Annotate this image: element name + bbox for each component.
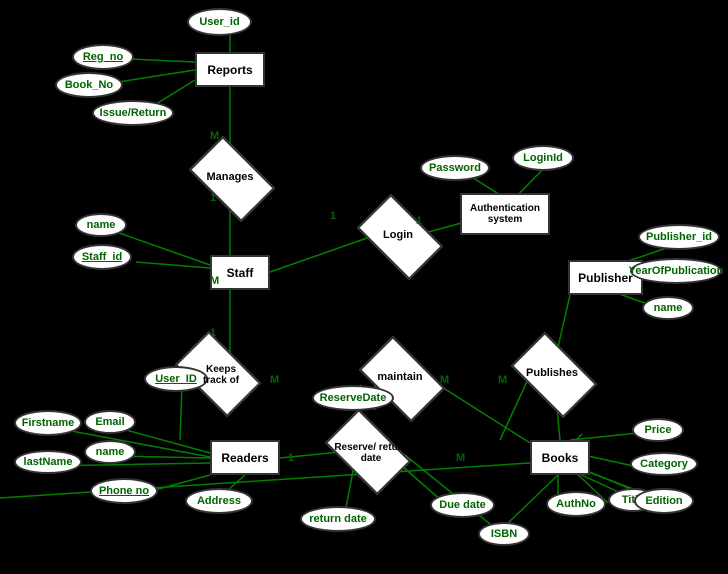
ellipse-due-date: Due date — [430, 492, 495, 518]
entity-readers: Readers — [210, 440, 280, 475]
diamond-login: Login — [358, 210, 438, 260]
ellipse-book-no: Book_No — [55, 72, 123, 98]
ellipse-issue-return: Issue/Return — [92, 100, 174, 126]
entity-books: Books — [530, 440, 590, 475]
label-1-4: 1 — [210, 327, 216, 339]
ellipse-isbn: ISBN — [478, 522, 530, 546]
label-1-2: 1 — [330, 210, 336, 222]
er-diagram: Reports Staff Readers Books Publisher Au… — [0, 0, 728, 574]
diamond-manages: Manages — [190, 152, 270, 202]
entity-auth-system: Authentication system — [460, 193, 550, 235]
entity-reports: Reports — [195, 52, 265, 87]
diamond-reserve-return: Reserve/ return date — [326, 425, 416, 480]
label-m3: M — [270, 374, 279, 386]
ellipse-reserve-date: ReserveDate — [312, 385, 394, 411]
ellipse-price: Price — [632, 418, 684, 442]
label-1-3: 1 — [416, 215, 422, 227]
ellipse-address: Address — [185, 488, 253, 514]
ellipse-reg-no: Reg_no — [72, 44, 134, 70]
label-m1: M — [210, 130, 219, 142]
label-m6: M — [456, 452, 465, 464]
ellipse-name-pub: name — [642, 296, 694, 320]
label-m2: M — [210, 275, 219, 287]
ellipse-authno: AuthNo — [546, 491, 606, 517]
label-m5: M — [498, 374, 507, 386]
ellipse-return-date: return date — [300, 506, 376, 532]
ellipse-year-pub: YearOfPublication — [630, 258, 722, 284]
ellipse-staff-id: Staff_id — [72, 244, 132, 270]
label-1-5: 1 — [288, 452, 294, 464]
ellipse-loginid: LoginId — [512, 145, 574, 171]
ellipse-name-reader: name — [84, 440, 136, 464]
ellipse-publisher-id: Publisher_id — [638, 224, 720, 250]
ellipse-name-staff: name — [75, 213, 127, 237]
ellipse-email: Email — [84, 410, 136, 434]
label-m4: M — [440, 374, 449, 386]
ellipse-user-id2: User_ID — [144, 366, 208, 392]
diamond-publishes: Publishes — [512, 348, 592, 398]
ellipse-password: Password — [420, 155, 490, 181]
label-1-1: 1 — [210, 192, 216, 204]
ellipse-edition: Edition — [634, 488, 694, 514]
ellipse-category: Category — [630, 452, 698, 476]
ellipse-lastname: lastName — [14, 450, 82, 474]
ellipse-user-id: User_id — [187, 8, 252, 36]
ellipse-firstname: Firstname — [14, 410, 82, 436]
ellipse-phone-no: Phone no — [90, 478, 158, 504]
